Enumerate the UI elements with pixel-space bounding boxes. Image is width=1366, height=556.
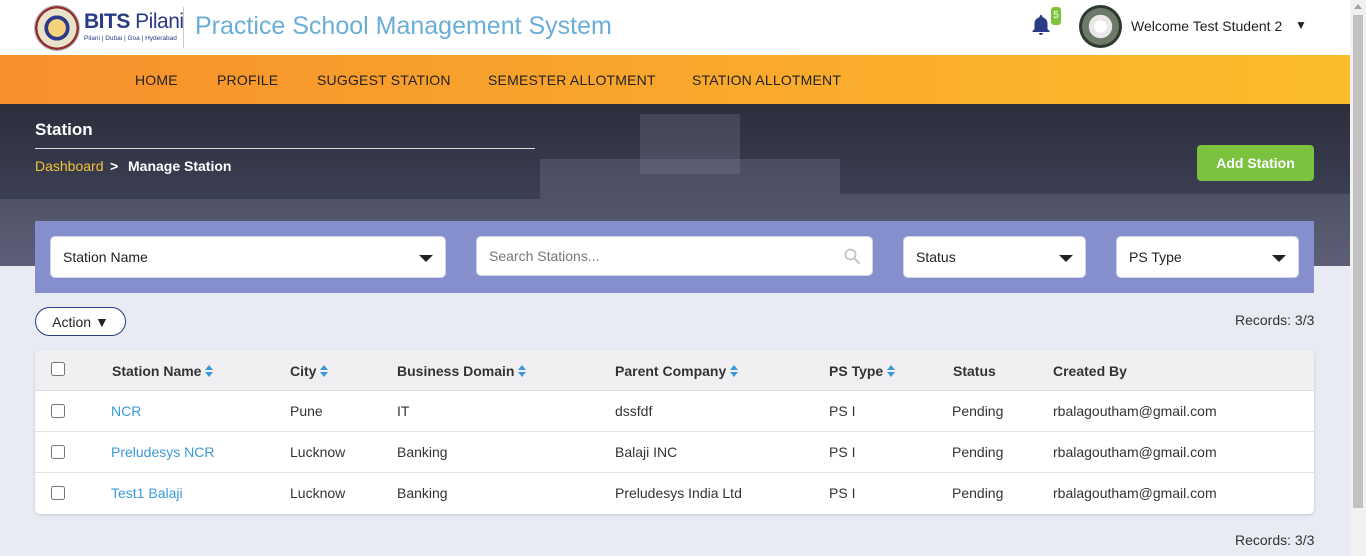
breadcrumb-separator: > (110, 158, 119, 174)
col-station-name[interactable]: Station Name (112, 363, 214, 379)
stations-table: Station Name City Business Domain Parent… (35, 350, 1314, 514)
chevron-down-icon (1272, 255, 1286, 262)
station-name-link[interactable]: Test1 Balaji (111, 485, 183, 501)
ps-type-select-value: PS Type (1129, 249, 1182, 265)
breadcrumb-dashboard-link[interactable]: Dashboard (35, 158, 104, 174)
status-select[interactable]: Status (903, 236, 1086, 278)
title-underline (35, 148, 535, 149)
created-by-cell: rbalagoutham@gmail.com (1053, 403, 1217, 419)
table-row: Test1 Balaji Lucknow Banking Preludesys … (35, 473, 1314, 514)
station-name-link[interactable]: Preludesys NCR (111, 444, 214, 460)
top-header: BITS Pilani Pilani | Dubai | Goa | Hyder… (0, 0, 1350, 55)
bits-logo[interactable] (34, 5, 80, 51)
col-parent-company[interactable]: Parent Company (615, 363, 739, 379)
status-cell: Pending (952, 403, 1004, 419)
action-dropdown-button[interactable]: Action ▼ (35, 307, 126, 336)
nav-semester-allotment[interactable]: SEMESTER ALLOTMENT (488, 72, 656, 88)
ps-type-cell: PS I (829, 403, 856, 419)
city-cell: Pune (290, 403, 323, 419)
page-title: Station (35, 120, 93, 139)
sort-icon[interactable] (205, 365, 214, 378)
records-count-top: Records: 3/3 (1235, 312, 1315, 328)
station-name-select-value: Station Name (63, 249, 148, 265)
city-cell: Lucknow (290, 485, 346, 501)
col-created-by: Created By (1053, 363, 1127, 379)
company-cell: dssfdf (615, 403, 653, 419)
station-name-select[interactable]: Station Name (50, 236, 446, 278)
col-ps-type[interactable]: PS Type (829, 363, 896, 379)
avatar[interactable] (1079, 5, 1122, 48)
status-cell: Pending (952, 485, 1004, 501)
col-status: Status (953, 363, 996, 379)
brand-subtitle: Pilani | Dubai | Goa | Hyderabad (84, 35, 177, 42)
bell-icon[interactable] (1029, 13, 1053, 37)
col-city[interactable]: City (290, 363, 329, 379)
add-station-button[interactable]: Add Station (1197, 145, 1314, 181)
breadcrumb-current: Manage Station (128, 158, 232, 174)
sort-icon[interactable] (887, 365, 896, 378)
brand-name: BITS Pilani (84, 10, 184, 33)
domain-cell: Banking (397, 444, 448, 460)
ps-type-cell: PS I (829, 485, 856, 501)
nav-home[interactable]: HOME (135, 72, 178, 88)
status-select-value: Status (916, 249, 956, 265)
brand: BITS Pilani Pilani | Dubai | Goa | Hyder… (84, 10, 184, 42)
row-checkbox[interactable] (51, 445, 65, 459)
table-header: Station Name City Business Domain Parent… (35, 350, 1314, 391)
nav-station-allotment[interactable]: STATION ALLOTMENT (692, 72, 841, 88)
ps-type-cell: PS I (829, 444, 856, 460)
station-name-link[interactable]: NCR (111, 403, 141, 419)
created-by-cell: rbalagoutham@gmail.com (1053, 444, 1217, 460)
scrollbar-thumb[interactable] (1353, 15, 1363, 508)
table-row: Preludesys NCR Lucknow Banking Balaji IN… (35, 432, 1314, 473)
search-input[interactable] (477, 237, 837, 275)
row-checkbox[interactable] (51, 404, 65, 418)
sort-icon[interactable] (320, 365, 329, 378)
status-cell: Pending (952, 444, 1004, 460)
search-icon[interactable] (844, 248, 860, 264)
company-cell: Balaji INC (615, 444, 678, 460)
domain-cell: IT (397, 403, 410, 419)
created-by-cell: rbalagoutham@gmail.com (1053, 485, 1217, 501)
banner-tower-decoration (640, 114, 740, 174)
select-all-checkbox[interactable] (51, 362, 65, 376)
user-menu-caret-icon[interactable]: ▼ (1295, 18, 1307, 32)
chevron-down-icon (419, 255, 433, 262)
row-checkbox[interactable] (51, 486, 65, 500)
notification-badge: 5 (1051, 7, 1061, 25)
table-row: NCR Pune IT dssfdf PS I Pending rbalagou… (35, 391, 1314, 432)
domain-cell: Banking (397, 485, 448, 501)
welcome-text[interactable]: Welcome Test Student 2 (1131, 18, 1282, 34)
scroll-up-arrow-icon[interactable] (1354, 4, 1362, 9)
header-divider (183, 7, 184, 48)
nav-profile[interactable]: PROFILE (217, 72, 278, 88)
chevron-down-icon (1059, 255, 1073, 262)
sort-icon[interactable] (518, 365, 527, 378)
app-title: Practice School Management System (195, 12, 612, 40)
search-box (476, 236, 873, 276)
main-nav: HOME PROFILE SUGGEST STATION SEMESTER AL… (0, 55, 1350, 104)
nav-suggest-station[interactable]: SUGGEST STATION (317, 72, 451, 88)
col-business-domain[interactable]: Business Domain (397, 363, 527, 379)
sort-icon[interactable] (730, 365, 739, 378)
ps-type-select[interactable]: PS Type (1116, 236, 1299, 278)
page-scrollbar[interactable] (1350, 0, 1366, 556)
company-cell: Preludesys India Ltd (615, 485, 742, 501)
records-count-bottom: Records: 3/3 (1235, 532, 1315, 548)
filter-bar: Station Name Status PS Type (35, 221, 1314, 293)
city-cell: Lucknow (290, 444, 346, 460)
